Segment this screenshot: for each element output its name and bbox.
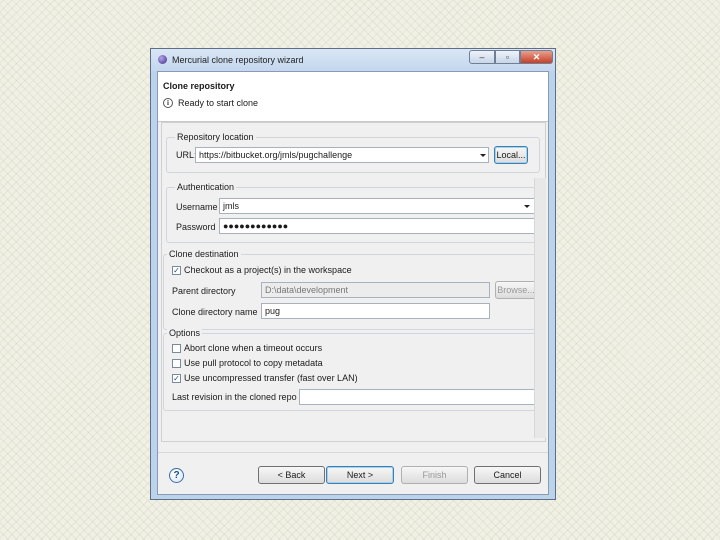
pull-protocol-label: Use pull protocol to copy metadata — [184, 358, 323, 368]
last-revision-input[interactable] — [299, 389, 538, 405]
clone-destination-title: Clone destination — [167, 249, 241, 259]
minimize-button[interactable]: – — [469, 50, 495, 64]
next-button[interactable]: Next > — [326, 466, 394, 484]
abort-timeout-label: Abort clone when a timeout occurs — [184, 343, 323, 353]
parent-directory-input: D:\data\development — [261, 282, 490, 298]
url-dropdown-icon[interactable] — [480, 154, 486, 157]
pull-protocol-checkbox[interactable] — [172, 359, 181, 368]
repository-location-group: Repository location URL: https://bitbuck… — [166, 132, 540, 173]
clone-directory-value: pug — [265, 306, 281, 316]
checkout-label: Checkout as a project(s) in the workspac… — [184, 265, 352, 275]
password-label: Password — [176, 222, 216, 232]
abort-timeout-checkbox[interactable] — [172, 344, 181, 353]
footer-divider — [158, 452, 548, 453]
maximize-button[interactable]: ▫ — [495, 50, 520, 64]
clone-destination-group: Clone destination ✓ Checkout as a projec… — [163, 249, 543, 330]
wizard-window: Mercurial clone repository wizard – ▫ ✕ … — [150, 48, 556, 500]
local-button[interactable]: Local... — [494, 146, 528, 164]
uncompressed-transfer-checkbox[interactable]: ✓ — [172, 374, 181, 383]
password-input[interactable]: ●●●●●●●●●●●● — [219, 218, 535, 234]
status-message: Ready to start clone — [178, 98, 259, 108]
authentication-group: Authentication Username jmls Password ●●… — [166, 182, 540, 243]
url-input[interactable]: https://bitbucket.org/jmls/pugchallenge — [195, 147, 489, 163]
close-button[interactable]: ✕ — [520, 50, 553, 64]
title-bar[interactable]: Mercurial clone repository wizard – ▫ ✕ — [151, 49, 555, 71]
parent-directory-value: D:\data\development — [265, 285, 349, 295]
finish-button: Finish — [401, 466, 468, 484]
username-dropdown-icon[interactable] — [524, 205, 530, 208]
page-title: Clone repository — [163, 81, 235, 91]
wizard-header: Clone repository i Ready to start clone — [158, 72, 548, 122]
password-value: ●●●●●●●●●●●● — [223, 221, 289, 231]
url-label: URL: — [176, 150, 197, 160]
uncompressed-transfer-label: Use uncompressed transfer (fast over LAN… — [184, 373, 358, 383]
clone-directory-label: Clone directory name — [172, 307, 258, 317]
options-title: Options — [167, 328, 203, 338]
username-input[interactable]: jmls — [219, 198, 535, 214]
wizard-content: Repository location URL: https://bitbuck… — [161, 122, 546, 442]
repository-location-title: Repository location — [175, 132, 256, 142]
wizard-client-area: Clone repository i Ready to start clone … — [157, 71, 549, 495]
username-value: jmls — [223, 201, 239, 211]
info-icon: i — [163, 98, 173, 108]
url-value: https://bitbucket.org/jmls/pugchallenge — [199, 150, 353, 160]
help-icon[interactable]: ? — [169, 468, 184, 483]
back-button[interactable]: < Back — [258, 466, 325, 484]
browse-button: Browse... — [495, 281, 537, 299]
content-scrollbar[interactable] — [534, 178, 546, 438]
last-revision-label: Last revision in the cloned repo — [172, 392, 297, 402]
options-group: Options Abort clone when a timeout occur… — [163, 328, 543, 411]
checkout-checkbox[interactable]: ✓ — [172, 266, 181, 275]
authentication-title: Authentication — [175, 182, 237, 192]
username-label: Username — [176, 202, 218, 212]
cancel-button[interactable]: Cancel — [474, 466, 541, 484]
parent-directory-label: Parent directory — [172, 286, 236, 296]
clone-directory-input[interactable]: pug — [261, 303, 490, 319]
eclipse-app-icon — [158, 55, 167, 64]
window-title: Mercurial clone repository wizard — [172, 55, 304, 65]
